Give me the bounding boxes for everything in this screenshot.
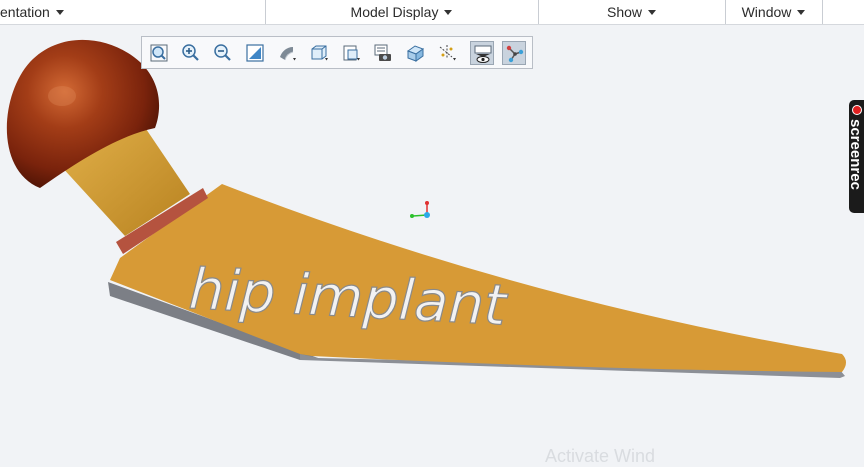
zoom-out-icon xyxy=(214,44,231,61)
datum-display-button[interactable] xyxy=(435,41,459,65)
chevron-down-icon xyxy=(797,10,806,15)
zoom-out-button[interactable] xyxy=(211,41,235,65)
perspective-view-icon xyxy=(406,45,425,62)
perspective-view-button[interactable] xyxy=(403,41,427,65)
ball-highlight xyxy=(48,86,76,106)
screenrec-widget[interactable]: screenrec xyxy=(847,100,864,213)
screenrec-label: screenrec xyxy=(847,119,864,190)
chevron-down-icon xyxy=(648,10,657,15)
menu-model-display[interactable]: Model Display xyxy=(265,0,539,24)
ribbon-menu-bar: entation Model Display Show Window xyxy=(0,0,864,25)
menu-window[interactable]: Window xyxy=(725,0,823,24)
menu-window-label: Window xyxy=(741,4,792,20)
coordinate-triad-icon xyxy=(410,201,430,218)
saved-orientations-icon xyxy=(311,45,328,61)
display-style-icon xyxy=(280,47,296,61)
chevron-down-icon xyxy=(55,10,64,15)
menu-orientation-label: entation xyxy=(0,4,50,20)
zoom-in-button[interactable] xyxy=(179,41,203,65)
menu-show[interactable]: Show xyxy=(538,0,726,24)
menu-model-display-label: Model Display xyxy=(350,4,439,20)
hip-implant-model: hip implant xyxy=(6,39,846,378)
datum-display-icon xyxy=(439,45,456,61)
menu-show-label: Show xyxy=(606,4,643,20)
repaint-icon xyxy=(246,44,264,62)
display-style-button[interactable] xyxy=(275,41,299,65)
view-manager-button[interactable] xyxy=(371,41,395,65)
named-views-button[interactable] xyxy=(339,41,363,65)
zoom-in-icon xyxy=(182,44,199,61)
record-icon xyxy=(852,105,862,115)
annotation-display-button[interactable] xyxy=(470,41,494,65)
menu-orientation[interactable]: entation xyxy=(0,0,266,24)
annotation-display-icon xyxy=(474,45,492,63)
repaint-button[interactable] xyxy=(243,41,267,65)
spin-center-button[interactable] xyxy=(502,41,526,65)
graphics-viewport[interactable]: hip implant xyxy=(0,25,864,459)
saved-orientations-button[interactable] xyxy=(307,41,331,65)
view-manager-icon xyxy=(374,44,391,61)
refit-icon xyxy=(150,44,168,62)
activate-windows-watermark: Activate Wind xyxy=(545,446,656,466)
named-views-icon xyxy=(343,45,360,61)
refit-button[interactable] xyxy=(147,41,171,65)
graphics-toolbar xyxy=(141,36,533,69)
spin-center-icon xyxy=(506,45,524,63)
chevron-down-icon xyxy=(444,10,453,15)
